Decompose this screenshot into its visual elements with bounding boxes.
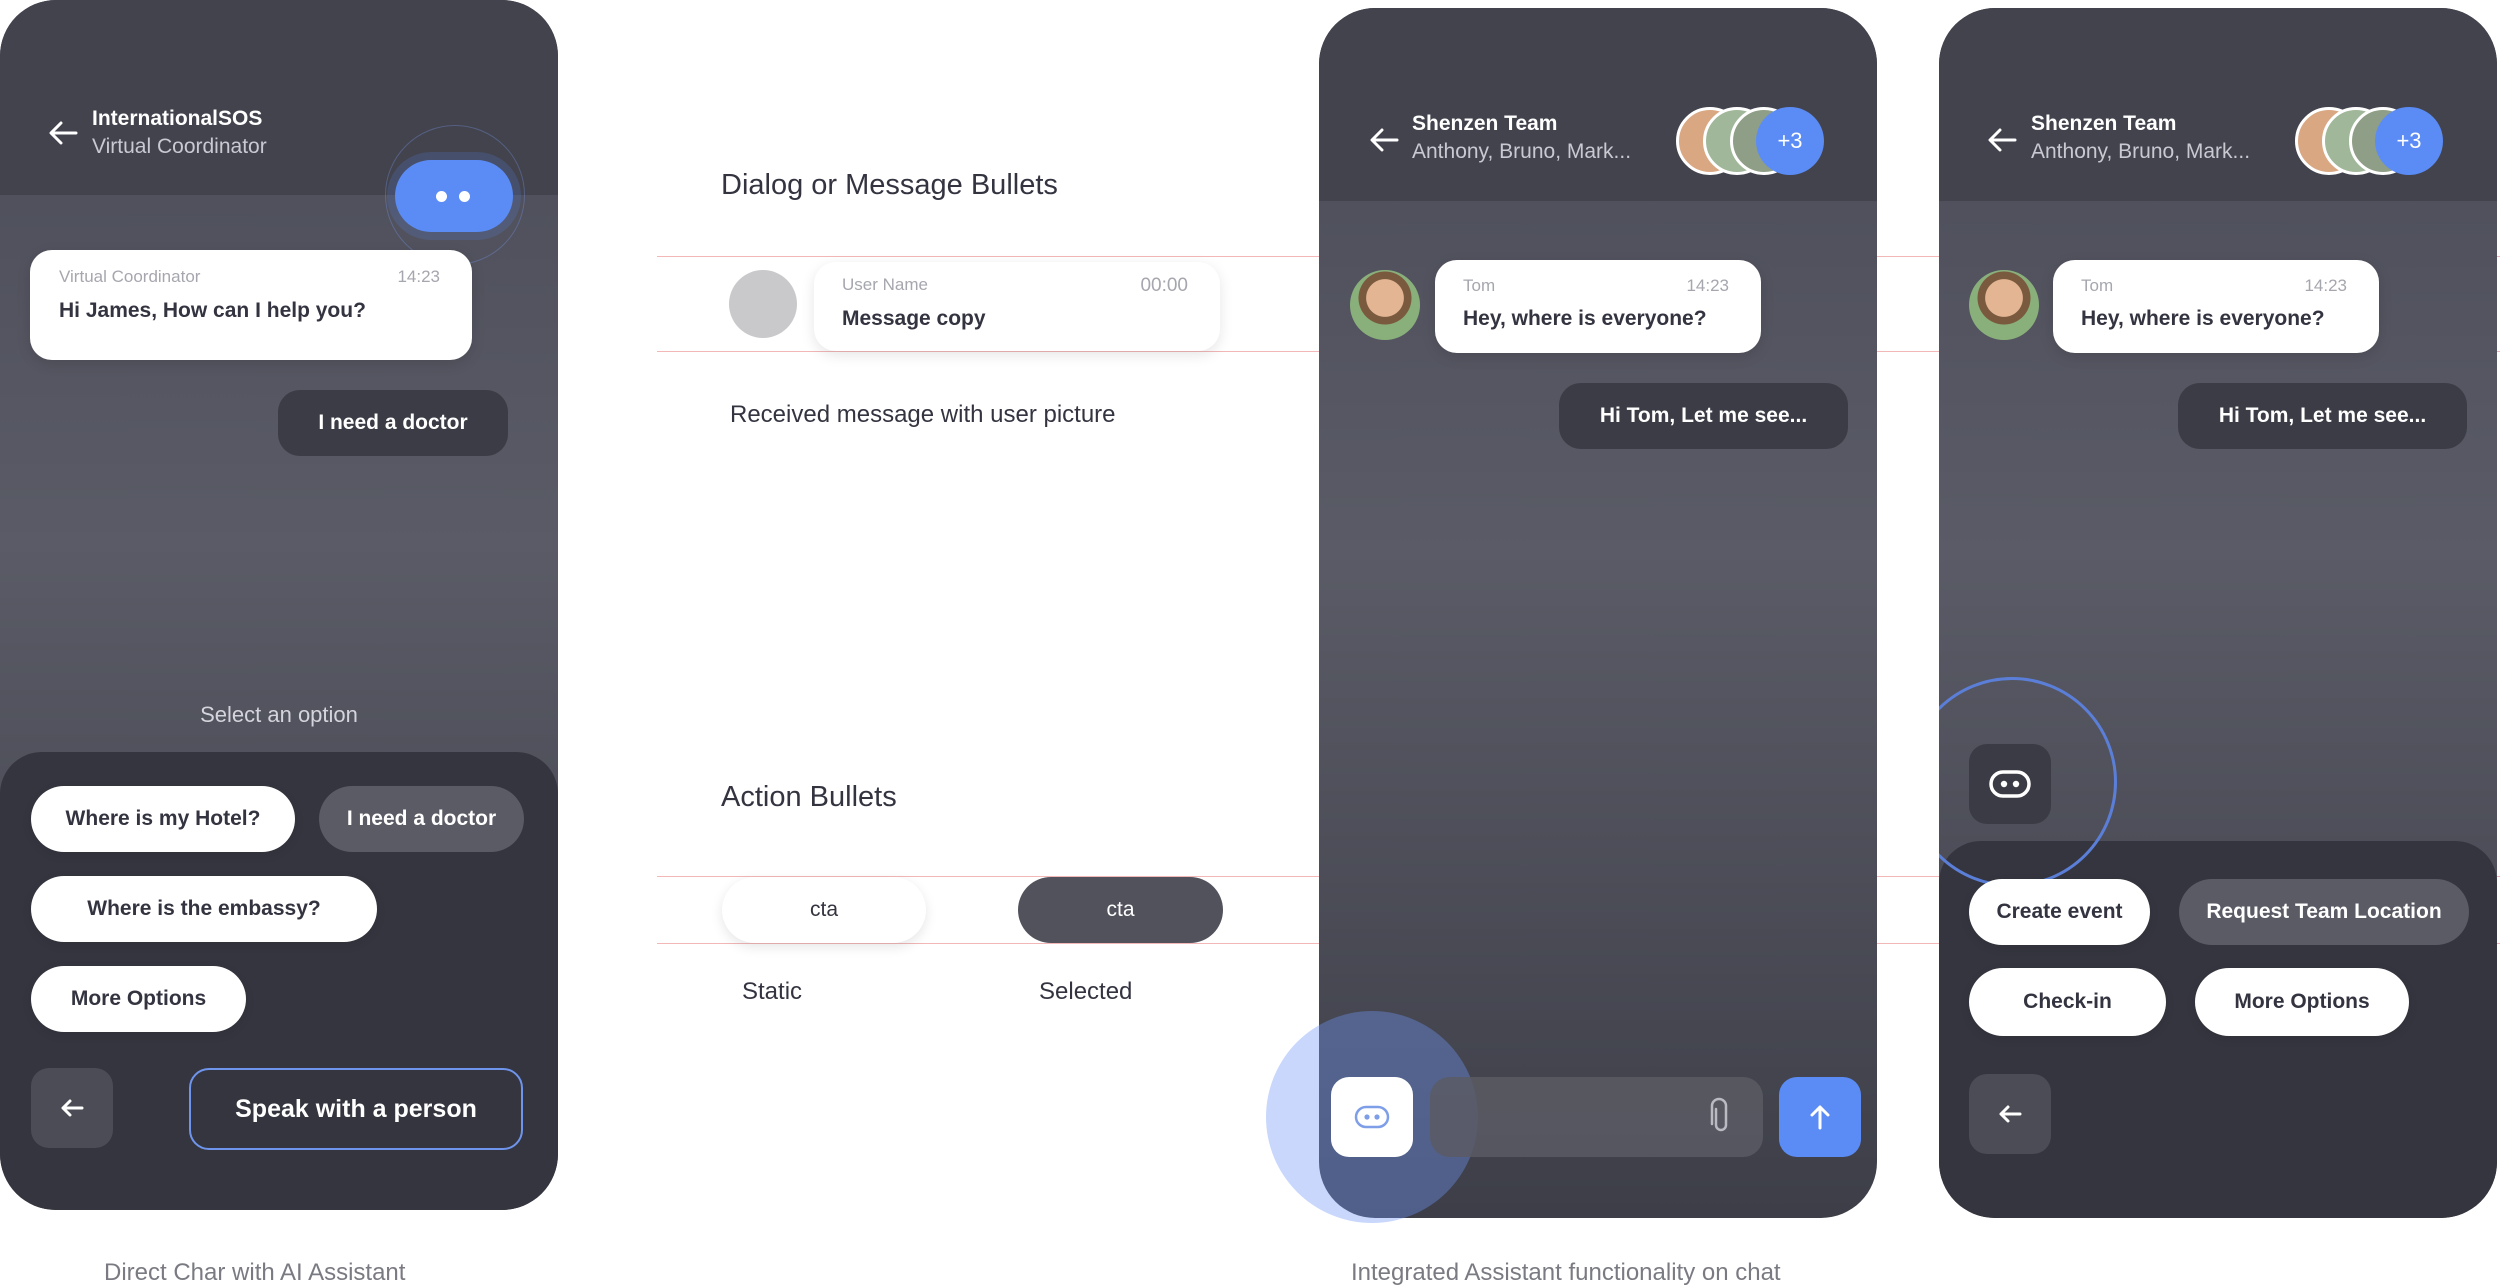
back-button[interactable] <box>1969 1074 2051 1154</box>
dot-icon <box>459 191 470 202</box>
option-check-in[interactable]: Check-in <box>1969 968 2166 1036</box>
received-message: Virtual Coordinator 14:23 Hi James, How … <box>30 250 472 360</box>
assistant-avatar[interactable] <box>395 160 513 232</box>
chat-subtitle: Anthony, Bruno, Mark... <box>2031 140 2251 163</box>
assistant-icon <box>1354 1105 1390 1129</box>
back-arrow-icon[interactable] <box>1985 123 2019 157</box>
chat-subtitle: Anthony, Bruno, Mark... <box>1412 140 1632 163</box>
team-chat-options-phone: Shenzen Team Anthony, Bruno, Mark... +3 … <box>1939 8 2497 1218</box>
back-arrow-icon[interactable] <box>46 116 80 150</box>
right-caption: Integrated Assistant functionality on ch… <box>1351 1259 1781 1286</box>
assistant-button[interactable] <box>1331 1077 1413 1157</box>
more-members-badge[interactable]: +3 <box>1756 107 1824 175</box>
option-doctor[interactable]: I need a doctor <box>319 786 524 852</box>
option-request-location[interactable]: Request Team Location <box>2179 879 2469 945</box>
sent-message: I need a doctor <box>278 390 508 456</box>
received-message: Tom 14:23 Hey, where is everyone? <box>2053 260 2379 353</box>
action-section-title: Action Bullets <box>721 781 897 813</box>
received-message-label: Received message with user picture <box>730 401 1116 428</box>
back-button[interactable] <box>31 1068 113 1148</box>
option-more[interactable]: More Options <box>31 966 246 1032</box>
paperclip-icon[interactable] <box>1708 1097 1734 1135</box>
more-members-badge[interactable]: +3 <box>2375 107 2443 175</box>
chat-subtitle: Virtual Coordinator <box>92 135 267 158</box>
cta-selected-button[interactable]: cta <box>1018 877 1223 943</box>
sent-message: Hi Tom, Let me see... <box>1559 383 1848 449</box>
back-arrow-icon <box>1999 1105 2022 1123</box>
dot-icon <box>436 191 447 202</box>
sample-message: User Name 00:00 Message copy <box>814 262 1220 351</box>
message-text: Hey, where is everyone? <box>1463 307 1707 330</box>
message-sender: Tom <box>2081 276 2114 295</box>
sample-time: 00:00 <box>1140 275 1188 296</box>
back-arrow-icon <box>61 1099 84 1117</box>
sender-avatar <box>1969 270 2039 340</box>
sample-text: Message copy <box>842 307 986 330</box>
message-sender: Virtual Coordinator <box>59 267 201 286</box>
chat-title: InternationalSOS <box>92 107 263 130</box>
message-time: 14:23 <box>1686 276 1729 295</box>
selected-label: Selected <box>1039 978 1133 1005</box>
received-message: Tom 14:23 Hey, where is everyone? <box>1435 260 1761 353</box>
speak-with-person-button[interactable]: Speak with a person <box>189 1068 523 1150</box>
option-embassy[interactable]: Where is the embassy? <box>31 876 377 942</box>
message-time: 14:23 <box>397 267 440 286</box>
sender-avatar <box>1350 270 1420 340</box>
sample-user-name: User Name <box>842 275 928 294</box>
sent-message: Hi Tom, Let me see... <box>2178 383 2467 449</box>
message-time: 14:23 <box>2304 276 2347 295</box>
message-text: Hey, where is everyone? <box>2081 307 2325 330</box>
message-text: Hi James, How can I help you? <box>59 299 366 322</box>
option-hotel[interactable]: Where is my Hotel? <box>31 786 295 852</box>
arrow-up-icon <box>1810 1105 1830 1130</box>
user-picture-placeholder <box>729 270 797 338</box>
back-arrow-icon[interactable] <box>1367 123 1401 157</box>
left-caption: Direct Char with AI Assistant <box>104 1259 406 1286</box>
ai-assistant-phone: InternationalSOS Virtual Coordinator Vir… <box>0 0 558 1210</box>
chat-title: Shenzen Team <box>1412 112 1558 135</box>
static-label: Static <box>742 978 803 1005</box>
dialog-section-title: Dialog or Message Bullets <box>721 169 1058 201</box>
cta-static-button[interactable]: cta <box>722 877 926 943</box>
assistant-icon <box>1989 770 2031 798</box>
message-input[interactable] <box>1430 1077 1763 1157</box>
option-more[interactable]: More Options <box>2195 968 2409 1036</box>
assistant-button[interactable] <box>1969 744 2051 824</box>
message-sender: Tom <box>1463 276 1496 295</box>
send-button[interactable] <box>1779 1077 1861 1157</box>
option-create-event[interactable]: Create event <box>1969 879 2150 945</box>
select-prompt: Select an option <box>200 702 358 727</box>
chat-title: Shenzen Team <box>2031 112 2177 135</box>
